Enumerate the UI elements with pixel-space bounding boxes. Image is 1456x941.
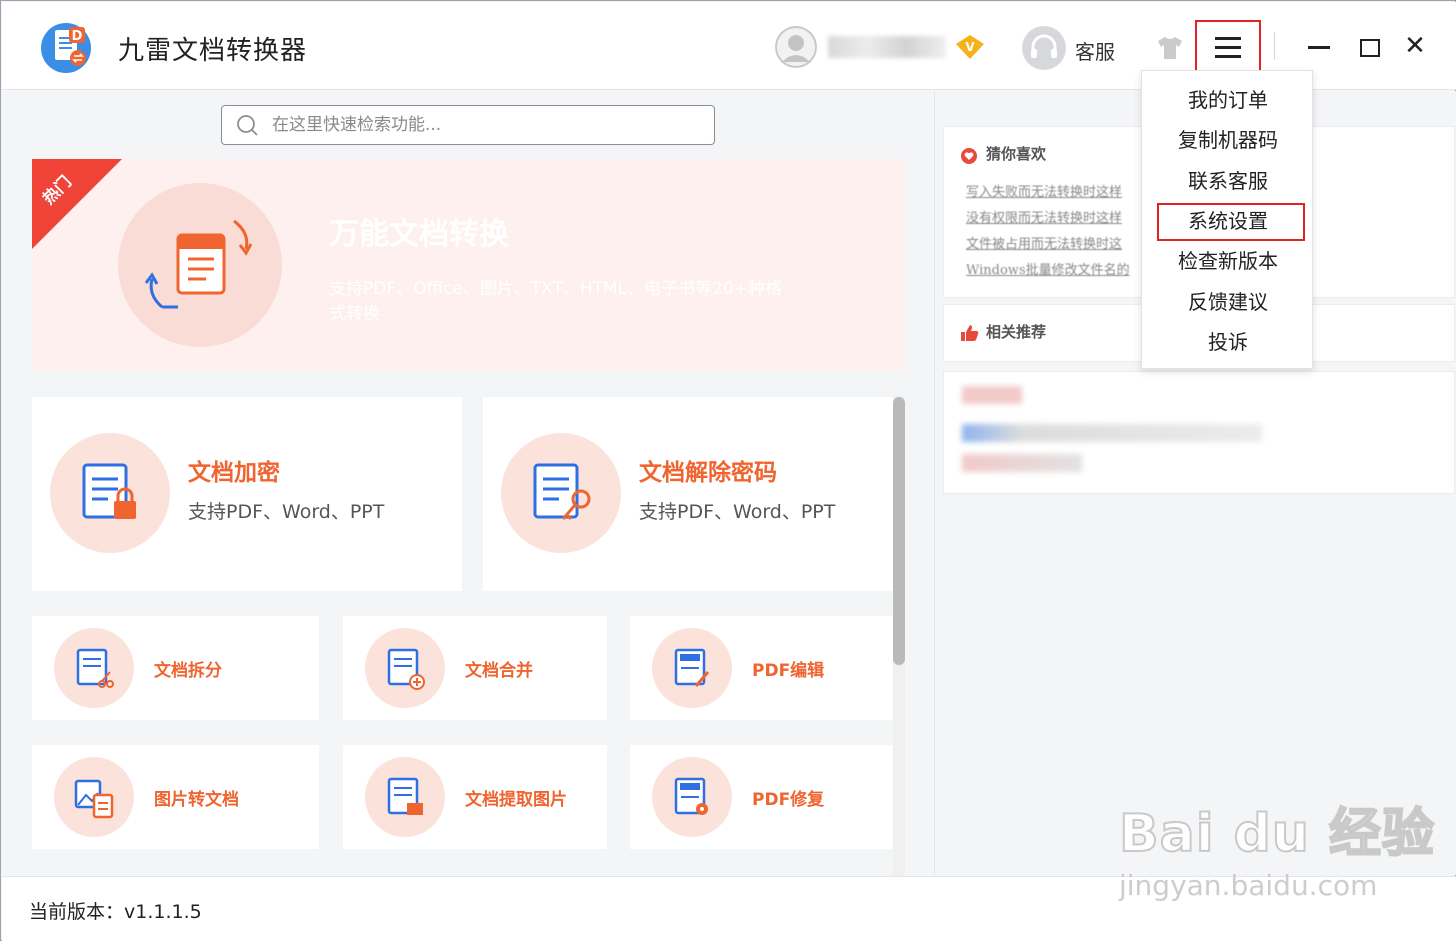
main-menu-dropdown: 我的订单 复制机器码 联系客服 系统设置 检查新版本 反馈建议 投诉 (1141, 70, 1313, 369)
feature-title: PDF修复 (752, 790, 825, 810)
key-document-icon (501, 433, 621, 553)
feature-card-encrypt[interactable]: 文档加密 支持PDF、Word、PPT (32, 397, 462, 591)
svg-text:D: D (72, 29, 83, 44)
merge-document-icon (365, 628, 445, 708)
svg-text:V: V (965, 40, 975, 54)
app-window: D 九雷文档转换器 V 客服 ✕ 在这里快速检索功能... 热门 万能文档转换 … (0, 0, 1456, 941)
feature-title: PDF编辑 (752, 661, 825, 681)
hamburger-icon (1215, 37, 1241, 58)
extract-image-icon (365, 757, 445, 837)
hero-description: 支持PDF、Office、图片、TXT、HTML、电子书等20+种格式转换 (329, 279, 783, 324)
guess-link[interactable]: Windows批量修改文件名的 (966, 259, 1130, 278)
feature-card-extract-image[interactable]: 文档提取图片 (343, 745, 607, 849)
version-label: 当前版本：v1.1.1.5 (29, 901, 202, 923)
guess-you-like-title: 猜你喜欢 (986, 145, 1047, 163)
titlebar-divider (1274, 32, 1275, 60)
feature-title: 文档解除密码 (639, 460, 777, 486)
feature-desc: 支持PDF、Word、PPT (639, 501, 836, 523)
search-box[interactable] (221, 105, 715, 145)
pdf-edit-icon (652, 628, 732, 708)
app-logo-icon: D (41, 23, 91, 73)
convert-icon-circle (118, 183, 282, 347)
feature-title: 文档合并 (465, 661, 533, 681)
related-recommend-title: 相关推荐 (986, 323, 1047, 341)
menu-item-contact-support[interactable]: 联系客服 (1142, 162, 1314, 200)
blurred-item[interactable] (962, 386, 1022, 404)
feature-title: 文档加密 (188, 460, 280, 486)
hero-title: 万能文档转换 (329, 217, 509, 252)
hero-banner-universal-convert[interactable]: 热门 万能文档转换 支持PDF、Office、图片、TXT、HTML、电子书等2… (32, 159, 905, 371)
headset-icon[interactable] (1022, 26, 1066, 70)
main-menu-button[interactable] (1195, 20, 1261, 74)
search-icon (237, 115, 258, 136)
feature-title: 文档提取图片 (465, 790, 567, 810)
user-avatar[interactable] (775, 26, 817, 68)
document-convert-icon (144, 219, 253, 309)
customer-service-link[interactable]: 客服 (1075, 36, 1115, 65)
menu-item-feedback[interactable]: 反馈建议 (1142, 283, 1314, 321)
feature-card-pdf-edit[interactable]: PDF编辑 (630, 616, 893, 720)
user-name-blurred[interactable] (828, 36, 946, 58)
blurred-item[interactable] (962, 424, 1262, 442)
image-to-document-icon (54, 757, 134, 837)
feature-title: 文档拆分 (154, 661, 222, 681)
lock-document-icon (50, 433, 170, 553)
baidu-watermark-url: jingyan.baidu.com (1119, 869, 1378, 902)
main-panel: 热门 万能文档转换 支持PDF、Office、图片、TXT、HTML、电子书等 (2, 91, 935, 876)
guess-link[interactable]: 文件被占用而无法转换时这 (966, 233, 1122, 252)
vip-badge-icon[interactable]: V (955, 34, 985, 60)
feature-card-decrypt[interactable]: 文档解除密码 支持PDF、Word、PPT (483, 397, 893, 591)
blurred-item[interactable] (962, 454, 1082, 472)
avatar-icon (775, 26, 817, 68)
system-settings-highlight-box (1157, 203, 1305, 241)
menu-item-complaint[interactable]: 投诉 (1142, 323, 1314, 361)
app-title: 九雷文档转换器 (118, 36, 308, 66)
tshirt-skin-icon[interactable] (1156, 36, 1184, 60)
feature-title: 图片转文档 (154, 790, 239, 810)
hot-ribbon: 热门 (32, 159, 122, 249)
feature-desc: 支持PDF、Word、PPT (188, 501, 385, 523)
guess-link[interactable]: 写入失败而无法转换时这样 (966, 181, 1122, 200)
guess-link[interactable]: 没有权限而无法转换时这样 (966, 207, 1122, 226)
menu-item-copy-machine-code[interactable]: 复制机器码 (1142, 121, 1314, 159)
menu-item-my-orders[interactable]: 我的订单 (1142, 81, 1314, 119)
baidu-watermark-logo: Bai du 经验 (1118, 803, 1435, 865)
heart-icon (961, 148, 977, 164)
pdf-repair-icon (652, 757, 732, 837)
search-input[interactable] (272, 110, 702, 140)
close-button[interactable]: ✕ (1400, 32, 1430, 62)
thumbs-up-icon (961, 325, 979, 341)
split-document-icon (54, 628, 134, 708)
feature-card-pdf-repair[interactable]: PDF修复 (630, 745, 893, 849)
feature-card-image-to-doc[interactable]: 图片转文档 (32, 745, 319, 849)
minimize-button[interactable] (1302, 32, 1336, 62)
recommend-list-blurred (943, 371, 1455, 494)
scrollbar-thumb[interactable] (893, 397, 905, 665)
maximize-button[interactable] (1354, 32, 1384, 62)
feature-card-merge[interactable]: 文档合并 (343, 616, 607, 720)
menu-item-check-update[interactable]: 检查新版本 (1142, 242, 1314, 280)
feature-card-split[interactable]: 文档拆分 (32, 616, 319, 720)
